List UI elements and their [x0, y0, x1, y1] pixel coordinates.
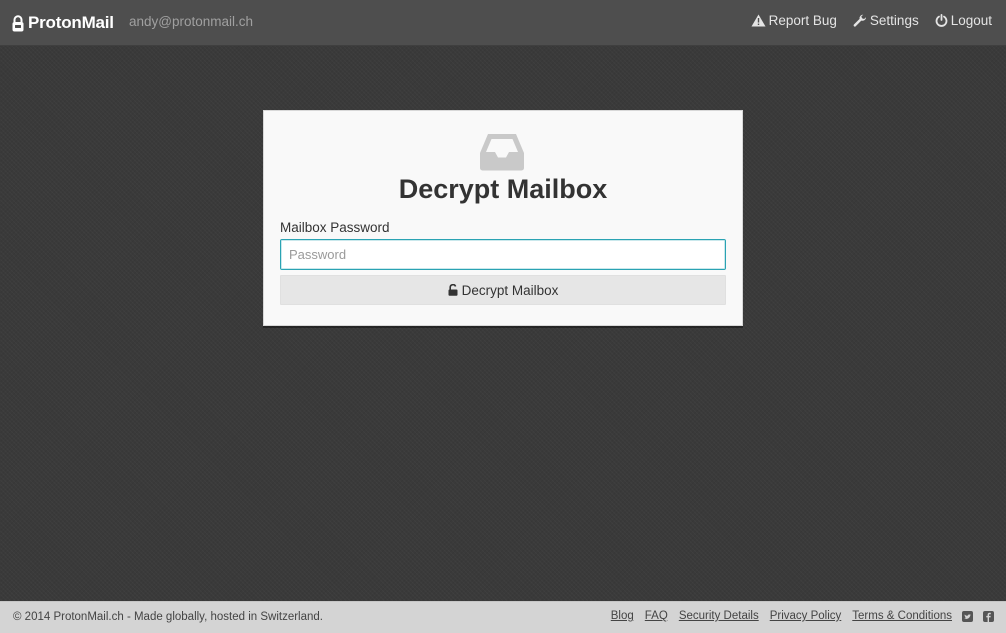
settings-label: Settings: [869, 13, 919, 28]
mailbox-password-input[interactable]: [280, 239, 726, 270]
padlock-logo-icon: [12, 14, 24, 31]
privacy-policy-link[interactable]: Privacy Policy: [770, 610, 842, 622]
page-footer: © 2014 ProtonMail.ch - Made globally, ho…: [0, 601, 1006, 633]
user-email: andy@protonmail.ch: [129, 14, 254, 29]
footer-links: Blog FAQ Security Details Privacy Policy…: [600, 610, 994, 622]
warning-icon: [751, 14, 766, 27]
mailbox-password-label: Mailbox Password: [280, 220, 390, 235]
power-icon: [935, 14, 948, 27]
decrypt-mailbox-panel: Decrypt Mailbox Mailbox Password Decrypt…: [263, 110, 743, 326]
logout-label: Logout: [950, 13, 992, 28]
copyright-text: © 2014 ProtonMail.ch - Made globally, ho…: [13, 611, 323, 623]
report-bug-link[interactable]: Report Bug: [751, 13, 837, 28]
security-details-link[interactable]: Security Details: [679, 610, 759, 622]
inbox-tray-icon: [480, 134, 524, 171]
report-bug-label: Report Bug: [768, 13, 837, 28]
faq-link[interactable]: FAQ: [645, 610, 668, 622]
unlock-icon: [448, 284, 458, 296]
wrench-icon: [853, 14, 866, 27]
brand-name: ProtonMail: [28, 13, 114, 32]
terms-conditions-link[interactable]: Terms & Conditions: [852, 610, 952, 622]
logout-link[interactable]: Logout: [935, 13, 992, 28]
decrypt-button-label: Decrypt Mailbox: [461, 282, 559, 298]
twitter-icon[interactable]: [962, 610, 973, 622]
facebook-icon[interactable]: [983, 610, 994, 622]
settings-link[interactable]: Settings: [853, 13, 919, 28]
decrypt-mailbox-button[interactable]: Decrypt Mailbox: [280, 275, 726, 305]
page-title: Decrypt Mailbox: [398, 174, 608, 204]
top-navbar: ProtonMail andy@protonmail.ch Report Bug…: [0, 0, 1006, 46]
header-nav: Report Bug Settings Logout: [735, 13, 992, 28]
protonmail-logo[interactable]: ProtonMail: [12, 12, 114, 34]
blog-link[interactable]: Blog: [611, 610, 634, 622]
